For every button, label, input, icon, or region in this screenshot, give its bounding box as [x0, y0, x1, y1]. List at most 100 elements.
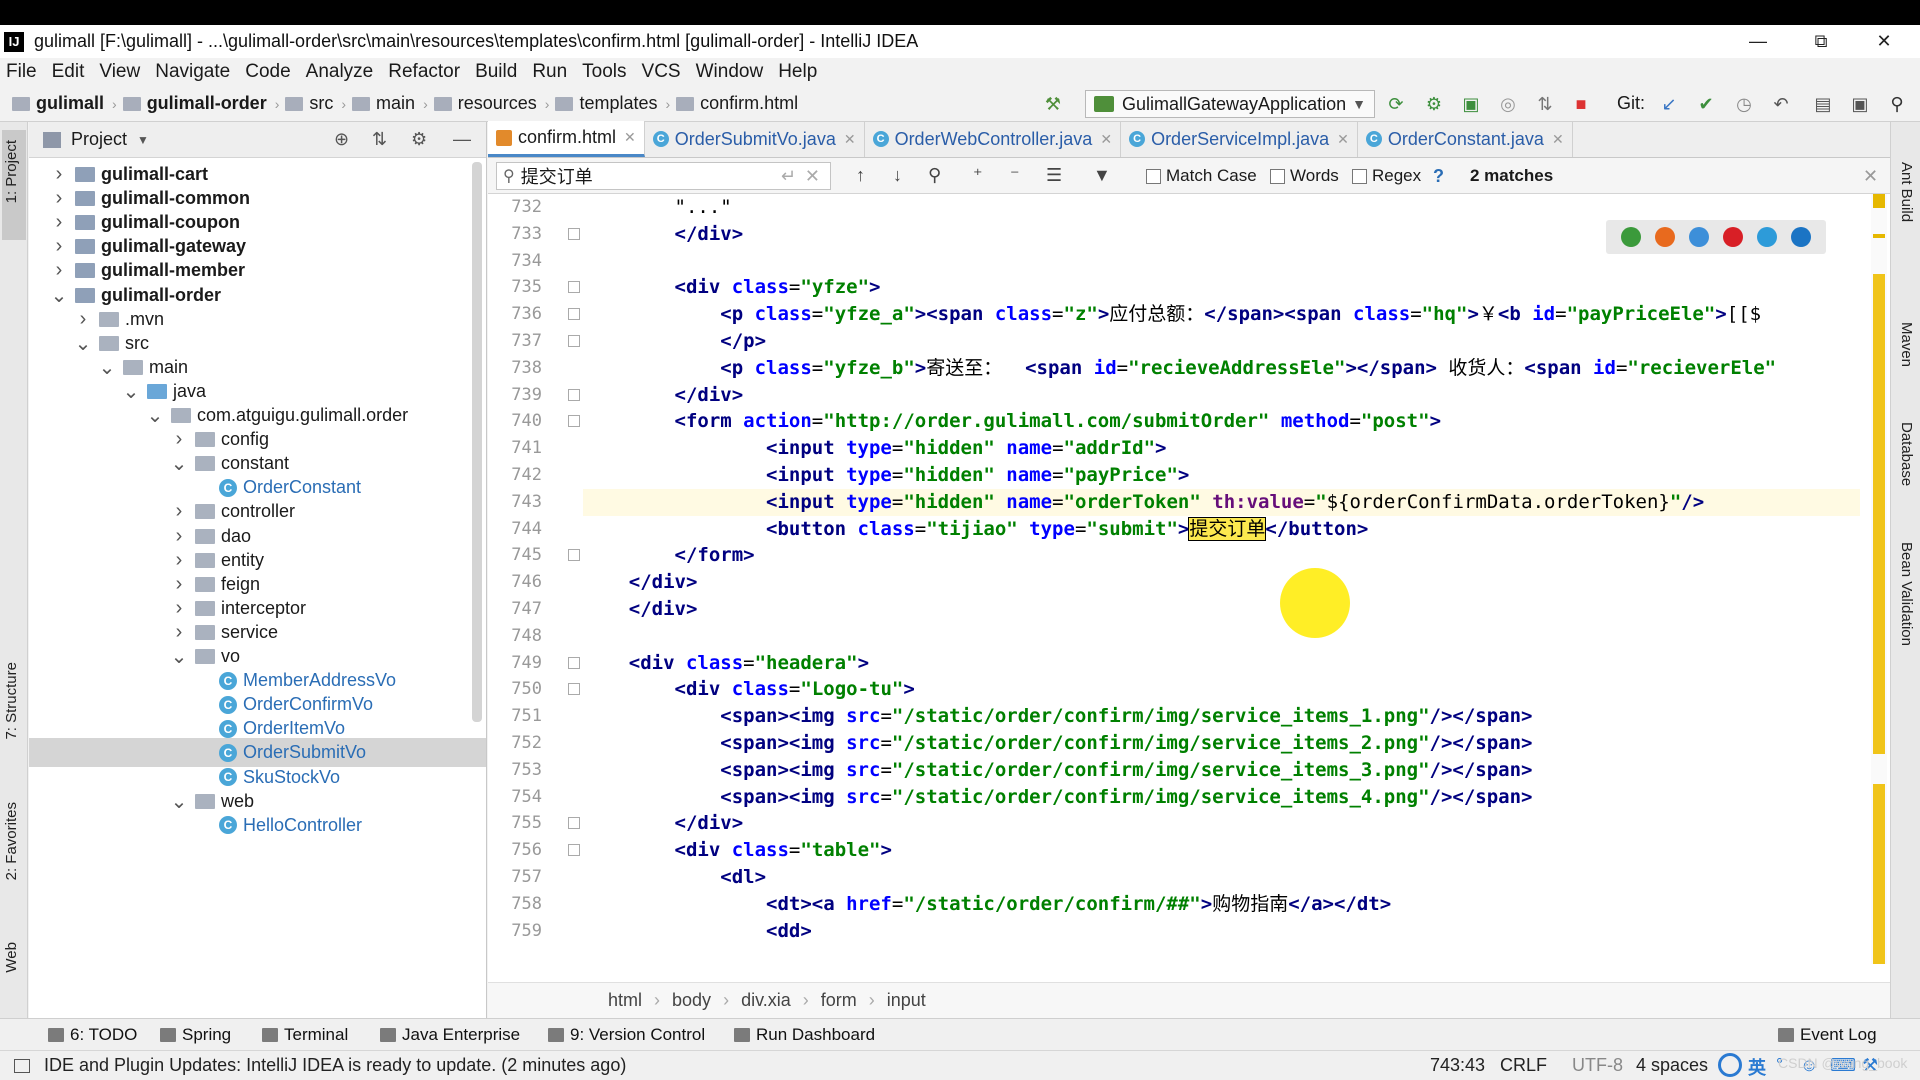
- close-tab-icon[interactable]: ✕: [624, 129, 636, 146]
- git-rollback-icon[interactable]: ↶: [1770, 93, 1792, 115]
- menu-refactor[interactable]: Refactor: [388, 61, 460, 83]
- indent-setting[interactable]: 4 spaces: [1636, 1055, 1708, 1076]
- tool-tab-bean-validation[interactable]: Bean Validation: [1898, 542, 1915, 646]
- tool-window-terminal[interactable]: Terminal: [262, 1025, 348, 1045]
- chevron-right-icon[interactable]: ›: [169, 500, 189, 523]
- editor-tab[interactable]: C OrderSubmitVo.java ✕: [645, 121, 865, 157]
- editor-tab[interactable]: C OrderConstant.java ✕: [1358, 121, 1573, 157]
- minimize-button[interactable]: —: [1730, 25, 1786, 58]
- chevron-right-icon[interactable]: ›: [169, 621, 189, 644]
- code-line[interactable]: <span><img src="/static/order/confirm/im…: [583, 784, 1532, 811]
- git-history-icon[interactable]: ◷: [1733, 93, 1755, 115]
- project-structure-icon[interactable]: ▤: [1812, 93, 1834, 115]
- menu-code[interactable]: Code: [245, 61, 290, 83]
- caret-position[interactable]: 743:43: [1430, 1055, 1485, 1076]
- menu-tools[interactable]: Tools: [582, 61, 626, 83]
- chevron-right-icon[interactable]: ›: [49, 259, 69, 282]
- chevron-right-icon[interactable]: ›: [169, 573, 189, 596]
- line-separator[interactable]: CRLF: [1500, 1055, 1547, 1076]
- code-line[interactable]: <div class="table">: [583, 837, 892, 864]
- code-line[interactable]: <div class="yfze">: [583, 274, 881, 301]
- code-line[interactable]: </div>: [583, 382, 744, 409]
- code-line[interactable]: <form action="http://order.gulimall.com/…: [583, 408, 1442, 435]
- chevron-down-icon[interactable]: ⌄: [121, 379, 141, 404]
- chevron-down-icon[interactable]: ⌄: [169, 644, 189, 669]
- filter-icon[interactable]: ▼: [1093, 165, 1111, 186]
- clear-icon[interactable]: ✕: [805, 166, 820, 187]
- stripe-mark[interactable]: [1873, 234, 1885, 238]
- tool-tab-favorites[interactable]: 2: Favorites: [3, 802, 20, 880]
- nav-crumb[interactable]: gulimall-order ›: [122, 93, 279, 114]
- menu-edit[interactable]: Edit: [52, 61, 85, 83]
- code-line[interactable]: </form>: [583, 542, 755, 569]
- fold-marker-icon[interactable]: [568, 844, 580, 857]
- close-tab-icon[interactable]: ✕: [1552, 131, 1564, 148]
- status-message[interactable]: IDE and Plugin Updates: IntelliJ IDEA is…: [44, 1055, 626, 1076]
- locate-target-icon[interactable]: ⊕: [334, 129, 349, 150]
- menu-vcs[interactable]: VCS: [642, 61, 681, 83]
- code-line[interactable]: <dl>: [583, 864, 766, 891]
- regex-help-link[interactable]: ?: [1433, 166, 1444, 187]
- code-line[interactable]: <input type="hidden" name="addrId">: [583, 435, 1166, 462]
- window-layout-icon[interactable]: ▣: [1849, 93, 1871, 115]
- chevron-right-icon[interactable]: ›: [169, 525, 189, 548]
- nav-crumb[interactable]: resources ›: [433, 93, 549, 114]
- chevron-down-icon[interactable]: ⌄: [49, 283, 69, 308]
- find-input[interactable]: ⚲ 提交订单 ↵ ✕: [496, 162, 831, 190]
- tool-window-version-control[interactable]: 9: Version Control: [548, 1025, 705, 1045]
- gear-icon[interactable]: ⚙: [411, 129, 427, 150]
- error-stripe[interactable]: [1871, 194, 1887, 964]
- coverage-icon[interactable]: ▣: [1460, 93, 1482, 115]
- code-line[interactable]: </div>: [583, 569, 698, 596]
- rerun-icon[interactable]: ⟳: [1385, 93, 1407, 115]
- code-line[interactable]: <span><img src="/static/order/confirm/im…: [583, 703, 1532, 730]
- ime-language[interactable]: 英: [1748, 1054, 1766, 1080]
- stripe-mark[interactable]: [1873, 784, 1885, 964]
- menu-window[interactable]: Window: [696, 61, 764, 83]
- code-line[interactable]: "...": [583, 194, 732, 221]
- fold-marker-icon[interactable]: [568, 281, 580, 294]
- chrome-icon[interactable]: [1621, 227, 1641, 247]
- restore-button[interactable]: ⧉: [1793, 25, 1849, 58]
- git-commit-icon[interactable]: ✔: [1695, 93, 1717, 115]
- editor-tab[interactable]: confirm.html ✕: [488, 121, 645, 157]
- editor-breadcrumb-item[interactable]: div.xia: [741, 990, 791, 1011]
- opera-icon[interactable]: [1723, 227, 1743, 247]
- close-tab-icon[interactable]: ✕: [1100, 131, 1112, 148]
- tool-tab-maven[interactable]: Maven: [1898, 322, 1915, 367]
- search-everywhere-icon[interactable]: ⚲: [1886, 93, 1908, 115]
- find-all-icon[interactable]: ⚲: [928, 165, 941, 186]
- nav-crumb[interactable]: src ›: [285, 93, 346, 114]
- run-config-select[interactable]: GulimallGatewayApplication ▼: [1085, 90, 1375, 118]
- close-window-button[interactable]: ✕: [1856, 25, 1912, 58]
- chevron-right-icon[interactable]: ›: [49, 163, 69, 186]
- git-update-icon[interactable]: ↙: [1658, 93, 1680, 115]
- chevron-right-icon[interactable]: ›: [73, 308, 93, 331]
- code-line[interactable]: <div class="Logo-tu">: [583, 676, 915, 703]
- ie-icon[interactable]: [1757, 227, 1777, 247]
- editor-breadcrumb-item[interactable]: input: [887, 990, 926, 1011]
- fold-marker-icon[interactable]: [568, 388, 580, 401]
- newline-icon[interactable]: ↵: [781, 166, 796, 187]
- match-case-checkbox[interactable]: Match Case: [1146, 166, 1257, 186]
- fold-marker-icon[interactable]: [568, 683, 580, 696]
- nav-crumb[interactable]: gulimall ›: [12, 93, 117, 114]
- edge-icon[interactable]: [1791, 227, 1811, 247]
- code-line[interactable]: <p class="yfze_a"><span class="z">应付总额：<…: [583, 301, 1761, 328]
- tool-window-todo[interactable]: 6: TODO: [48, 1025, 137, 1045]
- regex-box[interactable]: [1352, 168, 1367, 184]
- code-line[interactable]: </p>: [583, 328, 766, 355]
- menu-run[interactable]: Run: [532, 61, 567, 83]
- stripe-mark[interactable]: [1873, 274, 1885, 754]
- menu-file[interactable]: File: [6, 61, 37, 83]
- tool-tab-project[interactable]: 1: Project: [3, 140, 20, 203]
- code-line[interactable]: </div>: [583, 221, 744, 248]
- code-line[interactable]: <button class="tijiao" type="submit">提交订…: [583, 516, 1368, 543]
- profile-icon[interactable]: ◎: [1497, 93, 1519, 115]
- tool-tab-web[interactable]: Web: [3, 942, 20, 973]
- chevron-down-icon[interactable]: ▼: [137, 133, 149, 147]
- build-hammer-icon[interactable]: ⚒: [1042, 93, 1064, 115]
- editor-tab[interactable]: C OrderWebController.java ✕: [865, 121, 1122, 157]
- tree-item[interactable]: C HelloController: [193, 811, 362, 840]
- fold-marker-icon[interactable]: [568, 227, 580, 240]
